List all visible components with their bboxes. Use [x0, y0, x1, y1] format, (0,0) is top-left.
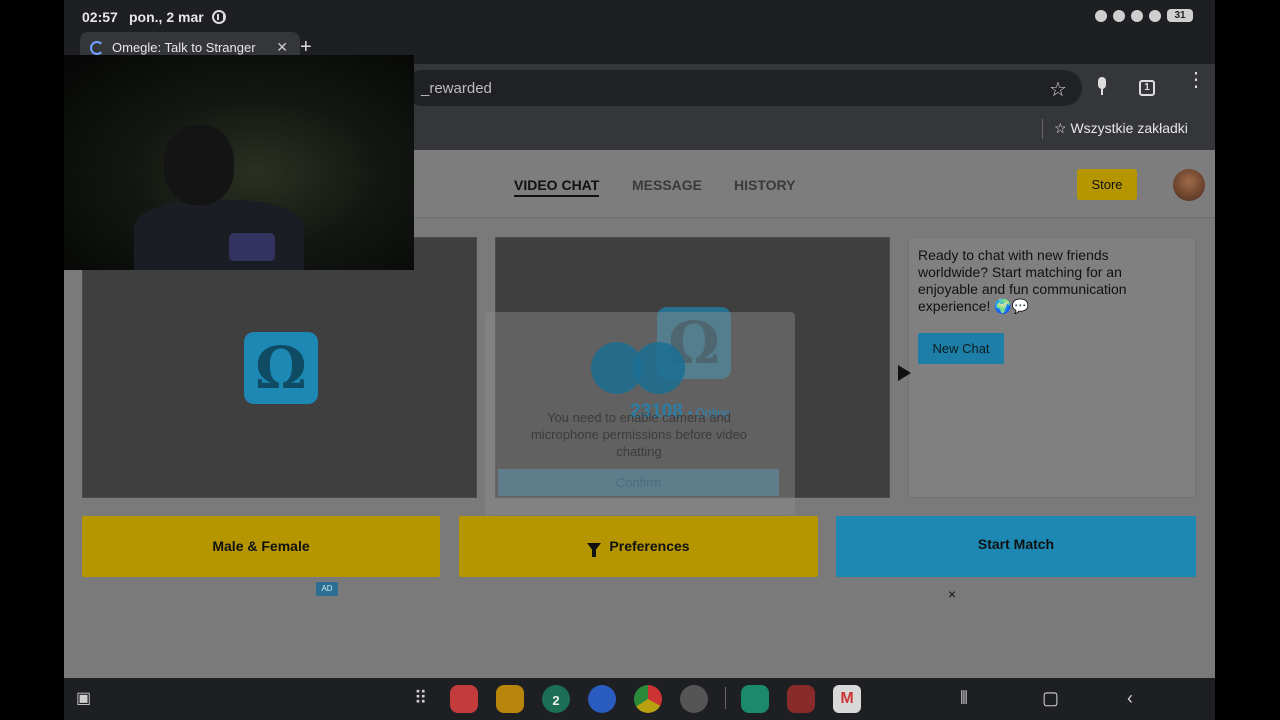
person-head — [164, 125, 234, 205]
wifi-icon — [1149, 9, 1161, 22]
recent-screen-icon[interactable]: ▣ — [76, 688, 91, 708]
cast-icon — [1113, 9, 1125, 22]
gmail-app-icon[interactable]: M — [833, 685, 861, 713]
notes-app-icon[interactable] — [450, 685, 478, 713]
intro-panel: Ready to chat with new friends worldwide… — [908, 237, 1196, 498]
voice-search-icon[interactable] — [1096, 77, 1108, 95]
url-text: _rewarded — [421, 80, 492, 97]
date: pon., 2 mar — [129, 9, 204, 25]
phone-glow — [229, 233, 275, 261]
camera-icon — [633, 342, 685, 394]
start-match-label: Start Match — [977, 536, 1055, 552]
home-nav-icon[interactable]: ▢ — [1042, 688, 1059, 709]
preferences-label: Preferences — [609, 538, 690, 554]
chat-app-icon[interactable] — [741, 685, 769, 713]
ad-badge: AD — [316, 582, 338, 596]
store-button[interactable]: Store — [1077, 169, 1137, 200]
bookmark-star-icon[interactable]: ☆ — [1049, 77, 1067, 102]
back-nav-icon[interactable]: ‹ — [1127, 688, 1133, 709]
close-tab-icon[interactable]: ✕ — [276, 39, 288, 56]
files-app-icon[interactable] — [496, 685, 524, 713]
tab-history[interactable]: HISTORY — [734, 177, 795, 193]
omega-logo-icon: Ω — [244, 332, 318, 404]
battery-icon: 31 — [1167, 9, 1193, 22]
system-icons: 31 — [1095, 9, 1193, 22]
loading-icon — [90, 41, 104, 55]
android-taskbar: ▣ ⠿ 2 M ⦀ ▢ ‹ — [64, 678, 1215, 720]
address-bar[interactable]: _rewarded — [404, 70, 1082, 106]
tab-video-chat[interactable]: VIDEO CHAT — [514, 177, 600, 197]
clock: 02:57 — [82, 9, 118, 25]
camera-app-icon[interactable] — [680, 685, 708, 713]
tab-message[interactable]: MESSAGE — [632, 177, 702, 193]
do-not-disturb-icon — [1095, 9, 1107, 22]
person-body — [134, 200, 304, 270]
divider — [1042, 119, 1043, 139]
gender-filter-label: Male & Female — [212, 538, 310, 554]
webcam-preview[interactable] — [64, 55, 414, 270]
tab-title: Omegle: Talk to Stranger — [112, 40, 256, 55]
messages-app-icon[interactable] — [588, 685, 616, 713]
screen-record-icon — [212, 10, 226, 24]
new-chat-button[interactable]: New Chat — [918, 333, 1004, 364]
tab-switcher-button[interactable]: 1 — [1139, 80, 1155, 96]
avatar[interactable] — [1173, 169, 1205, 201]
gender-filter-button[interactable]: Male & Female — [82, 516, 440, 577]
confirm-button[interactable]: Confirm — [498, 469, 779, 496]
all-bookmarks-button[interactable]: ☆ Wszystkie zakładki — [1054, 120, 1188, 137]
preferences-button[interactable]: Preferences — [459, 516, 818, 577]
menu-icon[interactable]: ⋮ — [1186, 70, 1206, 90]
tv-app-icon[interactable] — [787, 685, 815, 713]
app-drawer-icon[interactable]: ⠿ — [414, 688, 427, 709]
status-bar: 02:57 pon., 2 mar 31 — [64, 0, 1215, 32]
chrome-app-icon[interactable] — [634, 685, 662, 713]
intro-text: Ready to chat with new friends worldwide… — [918, 247, 1127, 314]
all-bookmarks-label: Wszystkie zakładki — [1070, 120, 1188, 136]
calendar-app-icon[interactable]: 2 — [542, 685, 570, 713]
permission-dialog: 23108 • Online You need to enable camera… — [485, 312, 795, 515]
ad-close-icon[interactable]: × — [948, 586, 956, 602]
start-match-button[interactable]: Start Match — [836, 516, 1196, 577]
mouse-cursor-icon — [898, 365, 911, 381]
recents-nav-icon[interactable]: ⦀ — [960, 688, 968, 709]
taskbar-divider — [725, 687, 726, 709]
permission-message: You need to enable camera and microphone… — [530, 410, 748, 459]
mute-icon — [1131, 9, 1143, 22]
local-video-box: Ω — [82, 237, 477, 498]
filter-icon — [587, 543, 602, 557]
